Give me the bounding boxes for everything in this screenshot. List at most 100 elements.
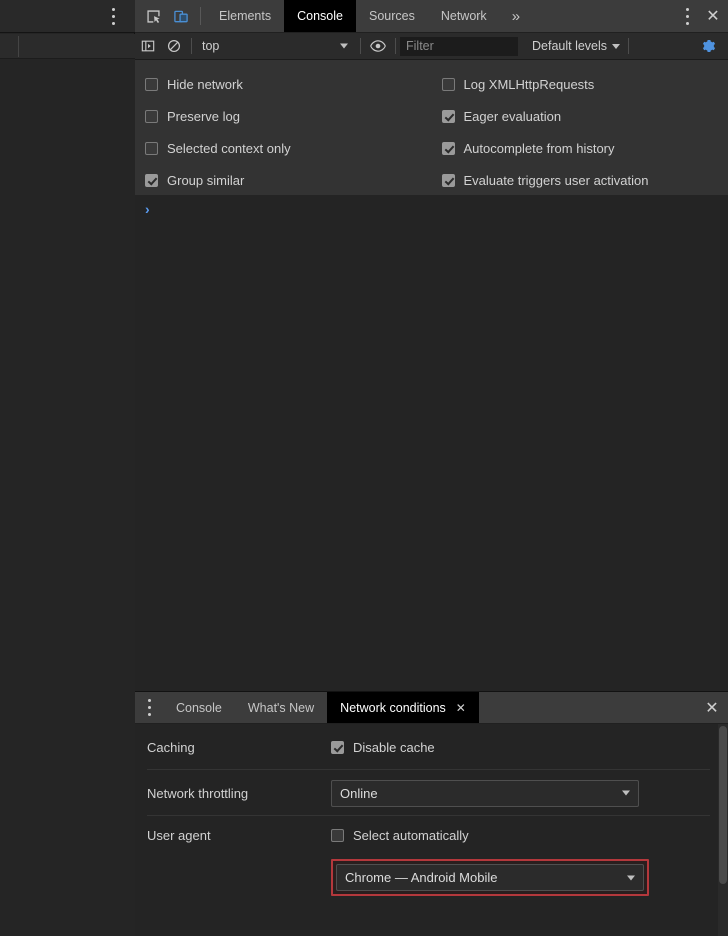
drawer-tab-network-conditions[interactable]: Network conditions ✕ <box>327 692 479 723</box>
drawer-tab-whats-new[interactable]: What's New <box>235 692 327 723</box>
drawer-tab-console-label: Console <box>176 701 222 715</box>
checkbox-preserve-log[interactable] <box>145 110 158 123</box>
network-throttling-select[interactable]: Online <box>331 780 639 807</box>
setting-selected-context-only[interactable]: Selected context only <box>145 132 432 164</box>
drawer-tab-console[interactable]: Console <box>163 692 235 723</box>
tabbar-right-controls: ✕ <box>665 0 728 32</box>
inspect-element-icon[interactable] <box>139 0 167 32</box>
drawer-tab-whats-new-label: What's New <box>248 701 314 715</box>
console-sidebar-icon[interactable] <box>135 33 161 59</box>
setting-autocomplete-from-history-label: Autocomplete from history <box>464 141 615 156</box>
more-tabs-label: » <box>512 8 520 25</box>
console-message-area[interactable]: › <box>135 195 728 691</box>
close-icon[interactable]: ✕ <box>698 6 728 26</box>
drawer-tab-network-conditions-label: Network conditions <box>340 701 446 715</box>
page-toolbar <box>0 34 135 59</box>
user-agent-label: User agent <box>147 828 331 843</box>
setting-evaluate-triggers-user-activation[interactable]: Evaluate triggers user activation <box>442 164 728 196</box>
network-throttling-value: Online <box>340 786 378 801</box>
network-throttling-label: Network throttling <box>147 786 331 801</box>
checkbox-eager-evaluation[interactable] <box>442 110 455 123</box>
network-conditions-panel: Caching Disable cache Network throttling… <box>135 724 728 936</box>
tabbar-divider <box>200 7 201 25</box>
gear-icon[interactable] <box>696 38 720 54</box>
disable-cache-label: Disable cache <box>353 740 435 755</box>
setting-autocomplete-from-history[interactable]: Autocomplete from history <box>442 132 728 164</box>
caching-row: Caching Disable cache <box>147 724 728 770</box>
device-toolbar-icon[interactable] <box>167 0 195 32</box>
more-vertical-icon[interactable] <box>112 8 117 25</box>
user-agent-value: Chrome — Android Mobile <box>345 870 497 885</box>
setting-log-xmlhttprequests-label: Log XMLHttpRequests <box>464 77 595 92</box>
console-toolbar-divider-1 <box>191 38 192 54</box>
tab-network-label: Network <box>441 9 487 23</box>
network-throttling-row: Network throttling Online <box>147 770 728 816</box>
setting-eager-evaluation[interactable]: Eager evaluation <box>442 100 728 132</box>
tab-elements-label: Elements <box>219 9 271 23</box>
close-drawer-icon[interactable]: ✕ <box>696 692 728 723</box>
tab-elements[interactable]: Elements <box>206 0 284 32</box>
chevron-down-icon <box>340 44 348 49</box>
console-toolbar-divider-3 <box>395 38 396 54</box>
console-settings-pane: Hide network Preserve log Selected conte… <box>135 60 728 207</box>
setting-eager-evaluation-label: Eager evaluation <box>464 109 562 124</box>
checkbox-group-similar[interactable] <box>145 174 158 187</box>
setting-group-similar[interactable]: Group similar <box>145 164 432 196</box>
checkbox-disable-cache[interactable] <box>331 741 344 754</box>
tab-console[interactable]: Console <box>284 0 356 32</box>
checkbox-hide-network[interactable] <box>145 78 158 91</box>
clear-console-icon[interactable] <box>161 33 187 59</box>
execution-context-select[interactable]: top <box>196 36 356 56</box>
tab-sources-label: Sources <box>369 9 415 23</box>
caching-label: Caching <box>147 740 331 755</box>
chevron-down-icon <box>612 44 620 49</box>
tab-console-label: Console <box>297 9 343 23</box>
select-automatically-label: Select automatically <box>353 828 469 843</box>
drawer-scrollbar-thumb[interactable] <box>719 726 727 884</box>
setting-hide-network-label: Hide network <box>167 77 243 92</box>
log-levels-select[interactable]: Default levels <box>528 39 624 53</box>
close-icon[interactable]: ✕ <box>456 701 466 715</box>
console-toolbar-divider-2 <box>360 38 361 54</box>
setting-preserve-log[interactable]: Preserve log <box>145 100 432 132</box>
checkbox-log-xmlhttprequests[interactable] <box>442 78 455 91</box>
chevron-down-icon <box>622 791 630 796</box>
user-agent-highlight: Chrome — Android Mobile <box>331 859 649 896</box>
more-vertical-icon[interactable] <box>135 692 163 723</box>
console-toolbar: top Default levels <box>135 33 728 60</box>
toolbar-divider <box>18 36 19 57</box>
page-viewport-region <box>0 0 135 936</box>
filter-input[interactable] <box>400 37 518 56</box>
devtools-main-tabbar: Elements Console Sources Network » ✕ <box>135 0 728 33</box>
checkbox-selected-context-only[interactable] <box>145 142 158 155</box>
close-drawer-label: ✕ <box>705 698 718 718</box>
live-expression-icon[interactable] <box>365 33 391 59</box>
chevron-down-icon <box>627 875 635 880</box>
console-prompt-row[interactable]: › <box>135 195 728 216</box>
select-automatically-control[interactable]: Select automatically <box>331 828 469 843</box>
tab-sources[interactable]: Sources <box>356 0 428 32</box>
log-levels-label: Default levels <box>532 39 607 53</box>
disable-cache-control[interactable]: Disable cache <box>331 740 435 755</box>
user-agent-row: User agent Select automatically <box>147 816 728 856</box>
setting-selected-context-only-label: Selected context only <box>167 141 291 156</box>
console-settings-left-column: Hide network Preserve log Selected conte… <box>135 68 432 196</box>
drawer-tabbar: Console What's New Network conditions ✕ … <box>135 692 728 724</box>
setting-hide-network[interactable]: Hide network <box>145 68 432 100</box>
more-vertical-icon[interactable] <box>676 6 698 27</box>
prompt-chevron-icon: › <box>145 202 150 216</box>
user-agent-select[interactable]: Chrome — Android Mobile <box>336 864 644 891</box>
checkbox-select-automatically[interactable] <box>331 829 344 842</box>
console-toolbar-divider-4 <box>628 38 629 54</box>
checkbox-autocomplete-from-history[interactable] <box>442 142 455 155</box>
setting-group-similar-label: Group similar <box>167 173 244 188</box>
drawer-scrollbar[interactable] <box>718 724 728 936</box>
tab-network[interactable]: Network <box>428 0 500 32</box>
more-tabs-icon[interactable]: » <box>500 0 532 32</box>
close-devtools-label: ✕ <box>706 6 719 26</box>
console-settings-right-column: Log XMLHttpRequests Eager evaluation Aut… <box>432 68 728 196</box>
checkbox-evaluate-triggers-user-activation[interactable] <box>442 174 455 187</box>
setting-log-xmlhttprequests[interactable]: Log XMLHttpRequests <box>442 68 728 100</box>
execution-context-value: top <box>202 39 219 53</box>
setting-evaluate-triggers-user-activation-label: Evaluate triggers user activation <box>464 173 649 188</box>
